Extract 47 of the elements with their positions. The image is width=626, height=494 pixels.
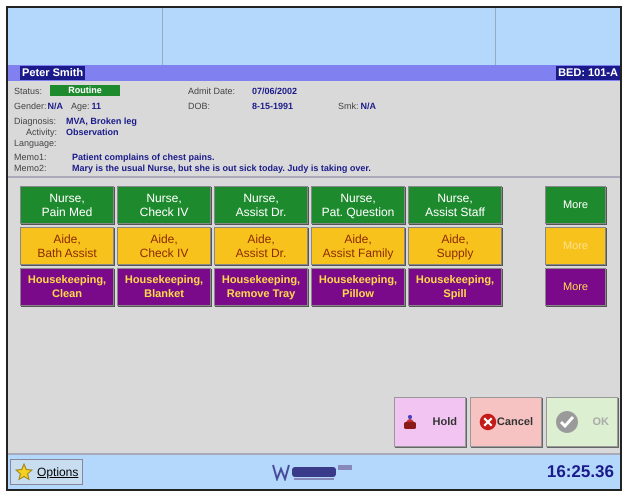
field-value: 07/06/2002	[252, 86, 298, 96]
request-button[interactable]: Nurse, Pain Med	[20, 186, 114, 224]
request-button[interactable]: Housekeeping, Clean	[20, 268, 114, 306]
options-button[interactable]: Options	[10, 459, 84, 485]
field-label: Status:	[14, 86, 42, 96]
field-value: MVA, Broken leg	[66, 116, 138, 126]
clock-time: 16:25.36	[546, 462, 614, 482]
memo-text: Mary is the usual Nurse, but she is out sick today. Judy is taking over.	[72, 163, 372, 173]
field-label: DOB:	[188, 100, 212, 110]
field-label: Diagnosis:	[14, 116, 58, 126]
cancel-button[interactable]: Cancel	[470, 397, 542, 447]
field-value: Observation	[66, 127, 120, 137]
request-button[interactable]: Aide, Assist Family	[311, 227, 405, 265]
status-badge: Routine	[50, 85, 120, 96]
request-button[interactable]: Nurse, Assist Dr.	[214, 186, 308, 224]
bed-label: BED: 101-A	[556, 66, 620, 80]
memo-label: Memo1:	[14, 152, 48, 162]
request-button[interactable]: Nurse, Check IV	[117, 186, 211, 224]
field-label: Gender:	[14, 100, 47, 110]
patient-name: Peter Smith	[20, 66, 86, 80]
request-button[interactable]: Aide, Assist Dr.	[214, 227, 308, 265]
request-button[interactable]: Housekeeping, Pillow	[311, 268, 405, 306]
field-label: Age:	[71, 100, 90, 110]
star-icon	[15, 463, 33, 481]
request-button[interactable]: Housekeeping, Remove Tray	[214, 268, 308, 306]
field-label: Activity:	[25, 127, 58, 137]
request-button[interactable]: Nurse, Assist Staff	[408, 186, 502, 224]
field-label: Smk:	[338, 100, 359, 110]
request-button[interactable]: Housekeeping, Blanket	[117, 268, 211, 306]
check-icon	[555, 410, 579, 434]
more-button[interactable]: More	[545, 268, 606, 306]
more-button[interactable]: More	[545, 186, 606, 224]
request-button[interactable]: Aide, Bath Assist	[20, 227, 114, 265]
memo-text: Patient complains of chest pains.	[72, 152, 216, 162]
field-value: N/A	[48, 100, 64, 110]
bell-icon	[403, 414, 417, 430]
field-value: 8-15-1991	[252, 100, 294, 110]
field-value: 11	[92, 100, 102, 110]
memo-label: Memo2:	[14, 163, 48, 173]
request-button[interactable]: Aide, Supply	[408, 227, 502, 265]
field-value: N/A	[360, 100, 376, 110]
field-label: Admit Date:	[188, 86, 236, 96]
request-button[interactable]: Housekeeping, Spill	[408, 268, 502, 306]
hold-button[interactable]: Hold	[394, 397, 466, 447]
request-button[interactable]: Aide, Check IV	[117, 227, 211, 265]
request-button[interactable]: Nurse, Pat. Question	[311, 186, 405, 224]
field-label: Language:	[14, 138, 58, 148]
